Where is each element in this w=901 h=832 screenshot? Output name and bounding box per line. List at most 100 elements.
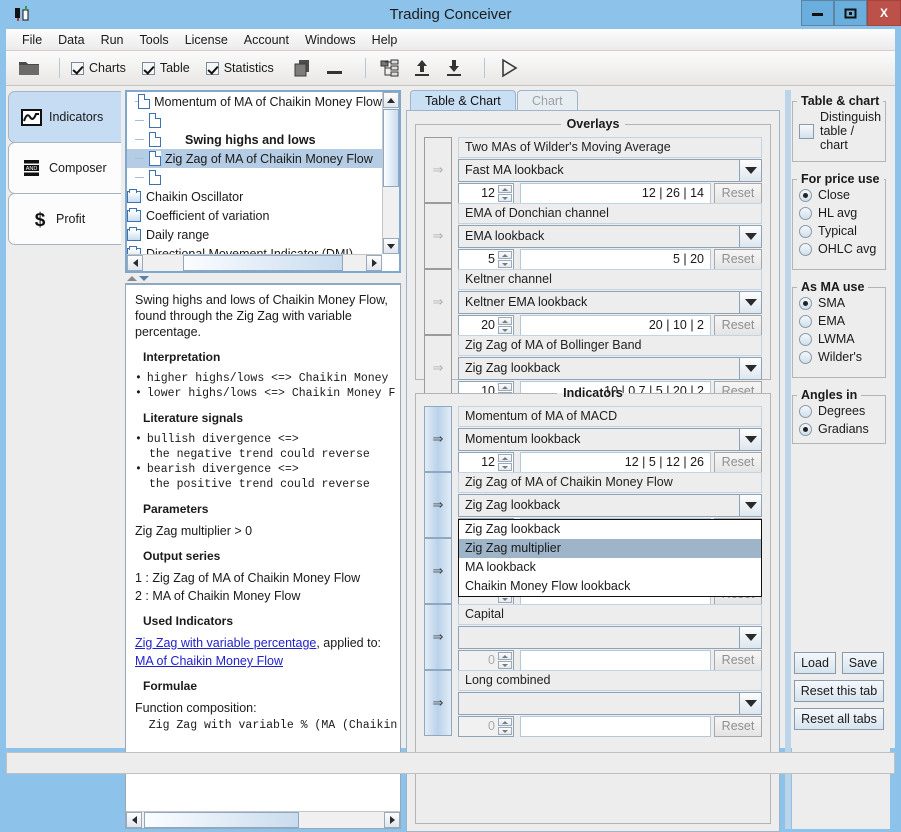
chevron-down-icon[interactable] <box>739 495 761 516</box>
option-price-close[interactable]: Close <box>793 186 885 204</box>
dropdown-option[interactable]: Chaikin Money Flow lookback <box>459 577 761 596</box>
option-angle-gradians[interactable]: Gradians <box>793 420 885 438</box>
statistics-checkbox[interactable] <box>205 61 219 75</box>
close-button[interactable]: X <box>867 0 901 26</box>
tree-row[interactable]: Chaikin Oscillator <box>127 187 382 206</box>
sidebar-item-indicators[interactable]: Indicators <box>8 91 121 143</box>
spinner-buttons[interactable] <box>498 317 512 334</box>
tree-row[interactable]: Momentum of MA of Chaikin Money Flow <box>127 92 382 111</box>
spinner-up-button[interactable] <box>498 454 512 462</box>
chevron-down-icon[interactable] <box>739 160 761 181</box>
sidebar-item-composer[interactable]: AND Composer <box>8 142 121 194</box>
apply-arrow-button[interactable]: ⇒ <box>424 472 452 538</box>
reset-button[interactable]: Reset <box>714 249 762 270</box>
spinner-buttons[interactable] <box>498 652 512 669</box>
tab-chart[interactable]: Chart <box>517 90 578 111</box>
parameter-combobox[interactable]: Fast MA lookback <box>458 159 762 182</box>
radio-ohlc-avg[interactable] <box>799 242 812 256</box>
parameter-combobox[interactable]: Zig Zag lookback <box>458 494 762 517</box>
option-ma-sma[interactable]: SMA <box>793 294 885 312</box>
tree-scroll-left-button[interactable] <box>127 255 143 271</box>
tree-vscroll-thumb[interactable] <box>383 109 399 187</box>
run-icon[interactable] <box>496 56 522 80</box>
apply-arrow-button[interactable]: ⇒ <box>424 137 452 203</box>
parameter-combobox[interactable]: Keltner EMA lookback <box>458 291 762 314</box>
tree-vertical-scrollbar[interactable] <box>382 92 399 254</box>
tree-row[interactable]: Zig Zag of MA of Chaikin Money Flow <box>127 149 382 168</box>
spinner-buttons[interactable] <box>498 251 512 268</box>
tree-scroll-down-button[interactable] <box>383 238 399 254</box>
spinner-up-button[interactable] <box>498 652 512 660</box>
parameter-combobox[interactable]: EMA lookback <box>458 225 762 248</box>
value-spinner[interactable]: 12 <box>458 183 514 204</box>
maximize-button[interactable] <box>834 0 867 26</box>
option-distinguish-table-chart[interactable]: Distinguish table / chart <box>793 108 885 154</box>
option-price-ohlcavg[interactable]: OHLC avg <box>793 240 885 258</box>
value-spinner[interactable]: 12 <box>458 452 514 473</box>
dropdown-option[interactable]: Zig Zag lookback <box>459 520 761 539</box>
panel-splitter[interactable] <box>125 273 401 283</box>
tree-row[interactable]: Coefficient of variation <box>127 206 382 225</box>
sidebar-item-profit[interactable]: $ Profit <box>8 193 121 245</box>
apply-arrow-button[interactable]: ⇒ <box>424 538 452 604</box>
tree-horizontal-scrollbar[interactable] <box>127 254 382 271</box>
reset-all-tabs-button[interactable]: Reset all tabs <box>794 708 884 730</box>
tree-row[interactable]: Daily range <box>127 225 382 244</box>
tree-row[interactable]: Swing highs and lows <box>127 130 382 149</box>
radio-hl-avg[interactable] <box>799 206 812 220</box>
desc-hscroll-thumb[interactable] <box>144 812 299 828</box>
description-horizontal-scrollbar[interactable] <box>126 811 400 828</box>
tree-hscroll-thumb[interactable] <box>183 255 343 271</box>
menu-file[interactable]: File <box>14 31 50 49</box>
spinner-up-button[interactable] <box>498 317 512 325</box>
menu-account[interactable]: Account <box>236 31 297 49</box>
chevron-down-icon[interactable] <box>739 429 761 450</box>
chevron-down-icon[interactable] <box>739 292 761 313</box>
tab-table-and-chart[interactable]: Table & Chart <box>410 90 516 111</box>
radio-ema[interactable] <box>799 314 812 328</box>
minimize-button[interactable] <box>801 0 834 26</box>
apply-arrow-button[interactable]: ⇒ <box>424 406 452 472</box>
reset-button[interactable]: Reset <box>714 650 762 671</box>
apply-arrow-button[interactable]: ⇒ <box>424 203 452 269</box>
table-checkbox[interactable] <box>141 61 155 75</box>
radio-degrees[interactable] <box>799 404 812 418</box>
value-spinner[interactable]: 20 <box>458 315 514 336</box>
tree-scroll-right-button[interactable] <box>366 255 382 271</box>
option-angle-degrees[interactable]: Degrees <box>793 402 885 420</box>
desc-link-zigzag[interactable]: Zig Zag with variable percentage <box>135 636 316 650</box>
spinner-buttons[interactable] <box>498 185 512 202</box>
option-ma-lwma[interactable]: LWMA <box>793 330 885 348</box>
spinner-down-button[interactable] <box>498 326 512 334</box>
spinner-up-button[interactable] <box>498 718 512 726</box>
option-price-hlavg[interactable]: HL avg <box>793 204 885 222</box>
menu-data[interactable]: Data <box>50 31 92 49</box>
spinner-buttons[interactable] <box>498 718 512 735</box>
chevron-down-icon[interactable] <box>739 693 761 714</box>
parameter-combobox[interactable]: Momentum lookback <box>458 428 762 451</box>
option-ma-wilders[interactable]: Wilder's <box>793 348 885 366</box>
chevron-down-icon[interactable] <box>739 226 761 247</box>
apply-arrow-button[interactable]: ⇒ <box>424 670 452 736</box>
spinner-down-button[interactable] <box>498 463 512 471</box>
menu-run[interactable]: Run <box>93 31 132 49</box>
menu-help[interactable]: Help <box>364 31 406 49</box>
apply-arrow-button[interactable]: ⇒ <box>424 604 452 670</box>
option-price-typical[interactable]: Typical <box>793 222 885 240</box>
folder-icon[interactable] <box>16 56 42 80</box>
upload-icon[interactable] <box>409 56 435 80</box>
radio-typical[interactable] <box>799 224 812 238</box>
radio-sma[interactable] <box>799 296 812 310</box>
toggle-statistics[interactable]: Statistics <box>205 61 274 75</box>
center-scroll-strip[interactable] <box>785 90 791 829</box>
copy-windows-icon[interactable] <box>290 56 316 80</box>
toggle-charts[interactable]: Charts <box>71 61 126 75</box>
load-button[interactable]: Load <box>794 652 836 674</box>
reset-button[interactable]: Reset <box>714 716 762 737</box>
option-ma-ema[interactable]: EMA <box>793 312 885 330</box>
apply-arrow-button[interactable]: ⇒ <box>424 269 452 335</box>
parameter-combobox[interactable] <box>458 626 762 649</box>
save-button[interactable]: Save <box>842 652 884 674</box>
spinner-down-button[interactable] <box>498 727 512 735</box>
spinner-up-button[interactable] <box>498 251 512 259</box>
